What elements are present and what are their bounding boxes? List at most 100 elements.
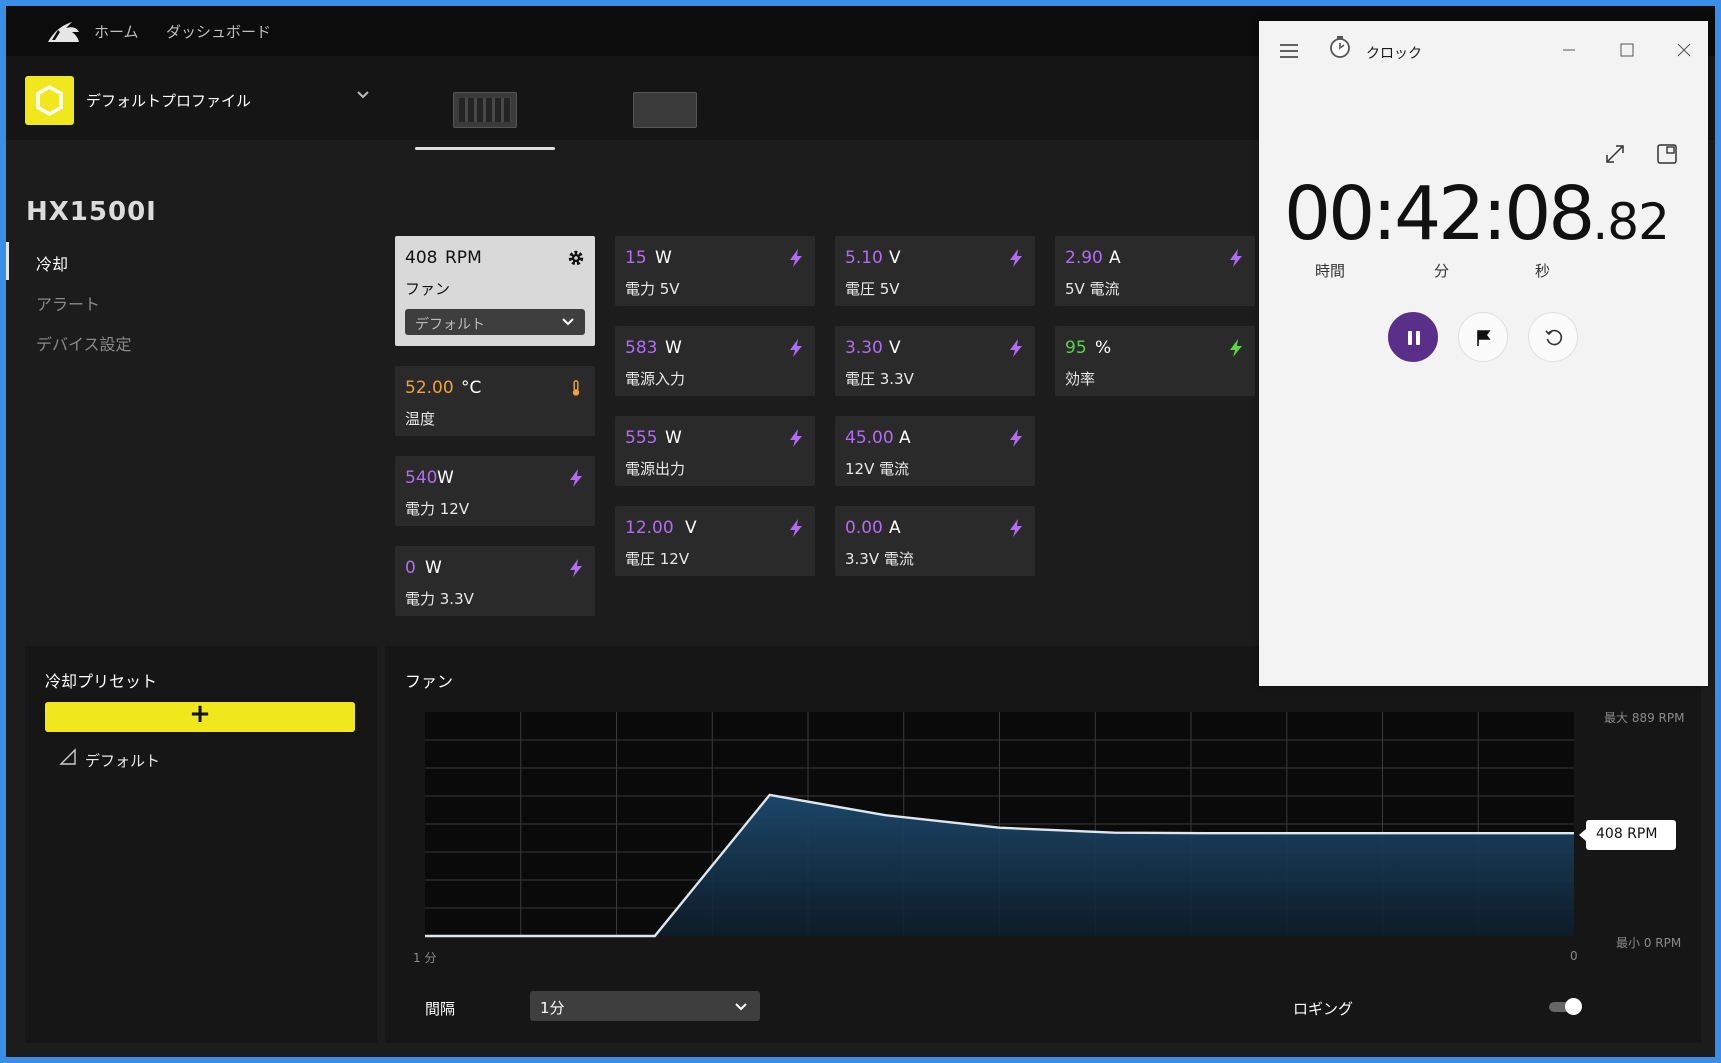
chevron-down-icon[interactable]	[356, 90, 370, 100]
power-33v-unit: W	[425, 558, 442, 578]
power-33v-card: 0 W 電力 3.3V	[395, 546, 595, 616]
interval-label: 間隔	[425, 1000, 456, 1018]
chevron-down-icon	[735, 1003, 747, 1011]
device-tab-hub[interactable]	[633, 92, 697, 128]
current-33v-value: 0.00	[845, 518, 883, 538]
current-5v-card: 2.90 A 5V 電流	[1055, 236, 1255, 306]
sidebar-item-device-settings[interactable]: デバイス設定	[36, 331, 132, 355]
lightning-icon	[790, 429, 802, 447]
fan-value: 408	[405, 248, 438, 268]
pause-button[interactable]	[1388, 312, 1438, 362]
close-icon[interactable]	[1669, 35, 1699, 65]
sidebar-item-alerts[interactable]: アラート	[36, 291, 100, 315]
power-5v-unit: W	[655, 248, 672, 268]
lightning-icon	[1010, 429, 1022, 447]
lightning-icon	[570, 469, 582, 487]
hamburger-menu-icon[interactable]	[1279, 43, 1299, 59]
fan-label: ファン	[405, 280, 451, 298]
thermometer-icon	[572, 380, 580, 396]
power-5v-label: 電力 5V	[625, 280, 680, 298]
stopwatch-fraction: .82	[1592, 193, 1670, 251]
clock-window-title: クロック	[1366, 46, 1422, 62]
power-input-unit: W	[665, 338, 682, 358]
add-preset-label: +	[189, 699, 211, 729]
fan-mode-value: デフォルト	[415, 317, 485, 333]
power-12v-value: 540	[405, 468, 438, 488]
efficiency-label: 効率	[1065, 370, 1096, 388]
current-12v-label: 12V 電流	[845, 460, 910, 478]
voltage-5v-label: 電圧 5V	[845, 280, 900, 298]
add-preset-button[interactable]: +	[45, 699, 355, 732]
power-12v-unit: W	[437, 468, 454, 488]
interval-select[interactable]: 1分	[530, 991, 760, 1021]
current-33v-card: 0.00 A 3.3V 電流	[835, 506, 1035, 576]
preset-title: 冷却プリセット	[45, 672, 158, 691]
voltage-33v-unit: V	[889, 338, 901, 358]
curve-icon	[59, 748, 76, 765]
current-rpm-label: 408 RPM	[1596, 826, 1658, 842]
fan-rpm-chart	[425, 712, 1574, 938]
voltage-12v-label: 電圧 12V	[625, 550, 690, 568]
voltage-33v-label: 電圧 3.3V	[845, 370, 914, 388]
power-33v-label: 電力 3.3V	[405, 590, 474, 608]
lightning-icon	[790, 339, 802, 357]
icue-app-window: ホーム ダッシュボード デフォルトプロファイル HX1500I 冷却 アラート …	[6, 6, 1715, 1057]
chart-x-left-label: 1 分	[413, 951, 437, 965]
power-5v-value: 15	[625, 248, 647, 268]
compact-overlay-icon[interactable]	[1656, 143, 1678, 165]
corsair-logo-icon[interactable]	[46, 18, 80, 44]
temp-label: 温度	[405, 410, 436, 428]
maximize-icon[interactable]	[1612, 35, 1642, 65]
logging-toggle[interactable]	[1549, 998, 1582, 1015]
sidebar-item-cooling[interactable]: 冷却	[36, 251, 68, 275]
lightning-icon	[1230, 339, 1242, 357]
current-33v-unit: A	[889, 518, 901, 538]
voltage-12v-value: 12.00	[625, 518, 674, 538]
chart-min-label: 最小 0 RPM	[1616, 936, 1682, 950]
lap-button[interactable]	[1458, 312, 1508, 362]
current-12v-unit: A	[899, 428, 911, 448]
minimize-icon[interactable]	[1554, 35, 1584, 65]
power-output-label: 電源出力	[625, 460, 686, 478]
interval-value: 1分	[540, 999, 565, 1017]
preset-item-default[interactable]: デフォルト	[85, 750, 160, 771]
current-5v-label: 5V 電流	[1065, 280, 1120, 298]
active-tab-indicator	[415, 147, 555, 150]
fan-unit: RPM	[445, 248, 482, 268]
fan-card[interactable]: 408 RPM ファン デフォルト	[395, 236, 595, 346]
gear-icon[interactable]	[567, 248, 585, 268]
power-output-value: 555	[625, 428, 658, 448]
profile-icon[interactable]	[25, 76, 74, 125]
reset-icon	[1545, 329, 1563, 346]
power-12v-card: 540 W 電力 12V	[395, 456, 595, 526]
lightning-icon	[790, 249, 802, 267]
unit-seconds: 秒	[1535, 262, 1551, 280]
clock-app-window: クロック 00:42:08.82 時間 分 秒	[1259, 21, 1708, 686]
voltage-5v-unit: V	[889, 248, 901, 268]
current-12v-card: 45.00 A 12V 電流	[835, 416, 1035, 486]
nav-home[interactable]: ホーム	[94, 21, 139, 42]
unit-hours: 時間	[1315, 262, 1346, 280]
profile-name[interactable]: デフォルトプロファイル	[86, 90, 251, 111]
efficiency-unit: %	[1095, 338, 1112, 358]
sidebar-active-indicator	[6, 242, 9, 280]
reset-button[interactable]	[1528, 312, 1578, 362]
device-tab-psu[interactable]	[453, 92, 517, 128]
power-input-card: 583 W 電源入力	[615, 326, 815, 396]
voltage-5v-card: 5.10 V 電圧 5V	[835, 236, 1035, 306]
logging-label: ロギング	[1293, 1000, 1354, 1018]
flag-icon	[1477, 330, 1491, 346]
current-rpm-tooltip: 408 RPM	[1579, 820, 1676, 850]
power-output-card: 555 W 電源出力	[615, 416, 815, 486]
expand-icon[interactable]	[1604, 143, 1626, 165]
nav-dashboard[interactable]: ダッシュボード	[166, 21, 271, 42]
voltage-33v-card: 3.30 V 電圧 3.3V	[835, 326, 1035, 396]
fan-mode-select[interactable]: デフォルト	[405, 309, 585, 335]
power-5v-card: 15 W 電力 5V	[615, 236, 815, 306]
lightning-icon	[790, 519, 802, 537]
lightning-icon	[1010, 339, 1022, 357]
power-input-label: 電源入力	[625, 370, 686, 388]
temp-card: 52.00 °C 温度	[395, 366, 595, 436]
chart-max-label: 最大 889 RPM	[1604, 711, 1685, 725]
temp-value: 52.00	[405, 378, 454, 398]
